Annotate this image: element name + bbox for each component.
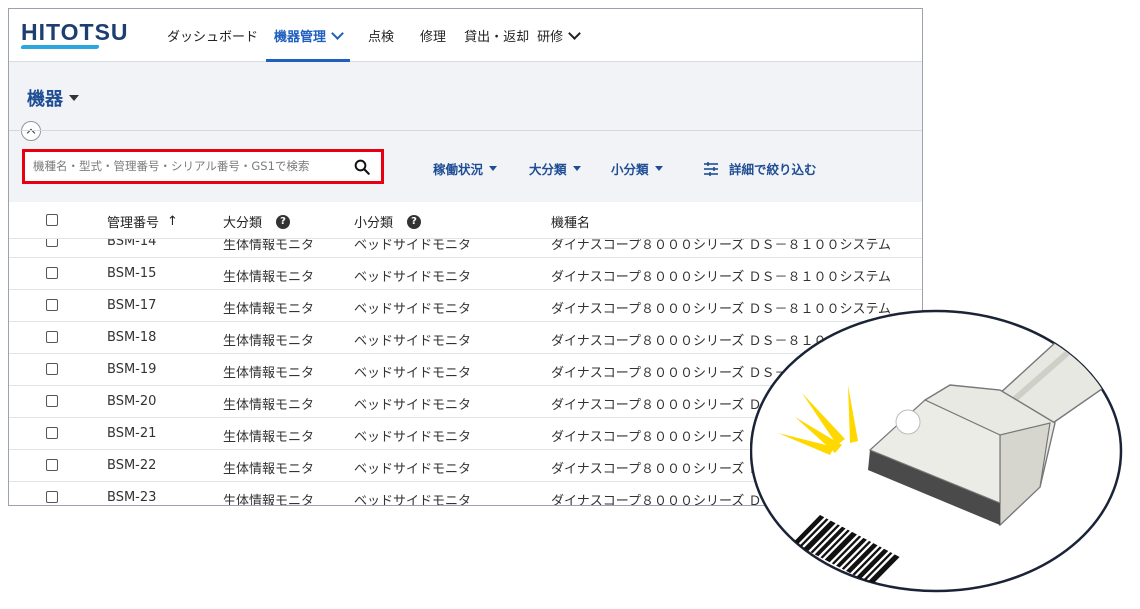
- caret-down-icon: [654, 166, 663, 171]
- nav-training[interactable]: 研修: [529, 9, 587, 61]
- row-checkbox[interactable]: [46, 459, 58, 471]
- caret-down-icon: [69, 95, 79, 101]
- collapse-button[interactable]: [21, 121, 41, 141]
- nav-dashboard[interactable]: ダッシュボード: [159, 9, 266, 61]
- nav-equipment[interactable]: 機器管理: [266, 9, 351, 62]
- cell-minor: ベッドサイドモニタ: [354, 239, 472, 253]
- cell-major: 生体情報モニタ: [223, 494, 315, 506]
- cell-minor: ベッドサイドモニタ: [354, 430, 472, 445]
- select-all-checkbox[interactable]: [46, 214, 58, 226]
- cell-id: BSM-15: [107, 266, 157, 281]
- cell-major: 生体情報モニタ: [223, 270, 315, 285]
- filter-status[interactable]: 稼働状況: [433, 159, 498, 178]
- cell-minor: ベッドサイドモニタ: [354, 366, 472, 381]
- sort-ascending-icon[interactable]: ↑: [167, 214, 178, 229]
- cell-id: BSM-19: [107, 362, 157, 377]
- filter-detail-button[interactable]: 詳細で絞り込む: [703, 159, 817, 178]
- row-checkbox[interactable]: [46, 395, 58, 407]
- column-minor: 小分類 ?: [354, 212, 422, 231]
- cell-model: ダイナスコープ８０００シリーズ ＤＳ－８１００システム: [551, 270, 892, 285]
- cell-major: 生体情報モニタ: [223, 334, 315, 349]
- row-checkbox[interactable]: [46, 363, 58, 375]
- table-header: 管理番号 ↑ 大分類 ? 小分類 ? 機種名: [9, 202, 922, 239]
- logo-underline: [20, 45, 100, 49]
- cell-major: 生体情報モニタ: [223, 239, 315, 253]
- main-nav: ダッシュボード 機器管理 点検 修理 貸出・返却 研修: [159, 9, 587, 62]
- filter-minor-category[interactable]: 小分類: [611, 159, 663, 178]
- nav-inspection[interactable]: 点検: [360, 9, 402, 61]
- cell-minor: ベッドサイドモニタ: [354, 302, 472, 317]
- search-input[interactable]: [33, 159, 348, 173]
- nav-lending[interactable]: 貸出・返却: [456, 9, 537, 61]
- row-checkbox[interactable]: [46, 491, 58, 503]
- tune-icon: [704, 161, 718, 176]
- filter-minor-label: 小分類: [611, 162, 649, 177]
- cell-id: BSM-17: [107, 298, 157, 313]
- cell-major: 生体情報モニタ: [223, 462, 315, 477]
- search-icon[interactable]: [353, 158, 371, 176]
- cell-minor: ベッドサイドモニタ: [354, 494, 472, 506]
- cell-id: BSM-21: [107, 426, 157, 441]
- help-icon[interactable]: ?: [276, 214, 291, 229]
- page-title-label: 機器: [27, 89, 63, 110]
- caret-down-icon: [572, 166, 581, 171]
- column-major-label: 大分類: [223, 216, 263, 231]
- column-id-label: 管理番号: [107, 216, 160, 231]
- cell-id: BSM-23: [107, 490, 157, 505]
- column-major: 大分類 ?: [223, 212, 291, 231]
- column-minor-label: 小分類: [354, 216, 394, 231]
- cell-major: 生体情報モニタ: [223, 302, 315, 317]
- cell-id: BSM-14: [107, 239, 157, 249]
- cell-id: BSM-20: [107, 394, 157, 409]
- cell-id: BSM-22: [107, 458, 157, 473]
- column-model: 機種名: [551, 212, 590, 231]
- cell-minor: ベッドサイドモニタ: [354, 462, 472, 477]
- table-row[interactable]: BSM-14 生体情報モニタ ベッドサイドモニタ ダイナスコープ８０００シリーズ ＤＳ…: [9, 239, 922, 258]
- row-checkbox[interactable]: [46, 427, 58, 439]
- table-row[interactable]: BSM-15 生体情報モニタ ベッドサイドモニタ ダイナスコープ８０００シリーズ ＤＳ…: [9, 258, 922, 290]
- chevron-down-icon: [331, 26, 344, 40]
- cell-major: 生体情報モニタ: [223, 398, 315, 413]
- column-id[interactable]: 管理番号 ↑: [107, 212, 178, 231]
- filter-major-label: 大分類: [529, 162, 567, 177]
- top-header: HITOTSU ダッシュボード 機器管理 点検 修理 貸出・返却 研修: [9, 9, 922, 62]
- page-title[interactable]: 機器: [27, 85, 79, 111]
- logo: HITOTSU: [21, 19, 129, 45]
- column-model-label: 機種名: [551, 216, 591, 231]
- row-checkbox[interactable]: [46, 299, 58, 311]
- row-checkbox[interactable]: [46, 331, 58, 343]
- cell-major: 生体情報モニタ: [223, 366, 315, 381]
- cell-id: BSM-18: [107, 330, 157, 345]
- row-checkbox[interactable]: [46, 239, 58, 247]
- cell-minor: ベッドサイドモニタ: [354, 398, 472, 413]
- caret-down-icon: [489, 166, 498, 171]
- filter-major-category[interactable]: 大分類: [529, 159, 581, 178]
- cell-minor: ベッドサイドモニタ: [354, 270, 472, 285]
- chevron-down-icon: [568, 26, 581, 40]
- divider: [9, 130, 922, 131]
- nav-repair[interactable]: 修理: [412, 9, 454, 61]
- help-icon[interactable]: ?: [407, 214, 422, 229]
- barcode-scanner-illustration: [750, 309, 1123, 593]
- cell-minor: ベッドサイドモニタ: [354, 334, 472, 349]
- cell-model: ダイナスコープ８０００シリーズ ＤＳ－８１００システム: [551, 239, 892, 253]
- row-checkbox[interactable]: [46, 267, 58, 279]
- search-box-highlighted: [22, 149, 384, 184]
- filter-status-label: 稼働状況: [433, 162, 484, 177]
- filter-detail-label: 詳細で絞り込む: [729, 162, 817, 177]
- cell-major: 生体情報モニタ: [223, 430, 315, 445]
